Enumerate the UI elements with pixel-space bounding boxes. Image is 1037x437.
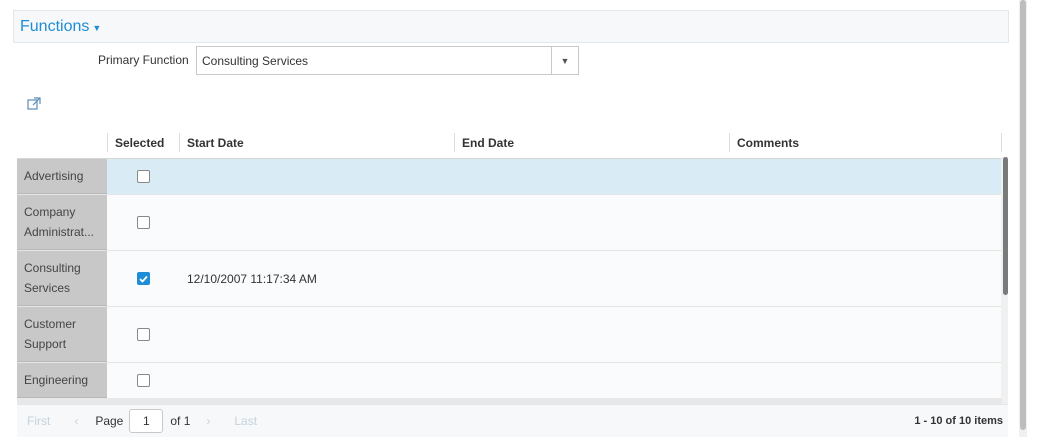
page-label: Page <box>95 414 124 428</box>
table-row[interactable]: Engineering <box>17 363 1002 399</box>
start-date-cell[interactable] <box>179 159 454 194</box>
grid-pager: First ‹ Page 1 of 1 › Last 1 - 10 of 10 … <box>17 404 1008 437</box>
row-header: Consulting Services <box>17 251 107 306</box>
end-date-cell[interactable] <box>454 159 729 194</box>
column-label: End Date <box>462 135 515 150</box>
start-date-cell[interactable] <box>179 363 454 398</box>
comments-cell[interactable] <box>729 363 1002 398</box>
column-header-comments[interactable]: Comments <box>729 127 1002 158</box>
dropdown-arrow-icon[interactable]: ▼ <box>551 47 578 74</box>
selected-checkbox[interactable] <box>136 216 150 229</box>
end-date-cell[interactable] <box>454 307 729 362</box>
next-page-icon[interactable]: › <box>206 414 210 428</box>
column-header-selected[interactable]: Selected <box>107 127 179 158</box>
functions-grid: Selected Start Date End Date Comments Ad… <box>17 127 1008 433</box>
primary-function-value: Consulting Services <box>202 53 309 68</box>
end-date-cell[interactable] <box>454 363 729 398</box>
selected-checkbox[interactable] <box>136 374 150 387</box>
start-date-cell[interactable] <box>179 195 454 250</box>
row-header: Company Administrat... <box>17 195 107 250</box>
table-row[interactable]: Company Administrat... <box>17 195 1002 251</box>
first-page-button[interactable]: First <box>27 414 50 428</box>
selected-checkbox[interactable] <box>136 170 150 183</box>
comments-cell[interactable] <box>729 307 1002 362</box>
start-date-cell[interactable] <box>179 307 454 362</box>
column-label: Start Date <box>187 135 244 150</box>
row-header-column <box>17 127 107 158</box>
section-title[interactable]: Functions <box>20 18 89 36</box>
row-header: Engineering <box>17 363 107 398</box>
page-number-input[interactable]: 1 <box>129 409 164 433</box>
end-date-cell[interactable] <box>454 195 729 250</box>
table-row[interactable]: Advertising <box>17 159 1002 195</box>
functions-section-header[interactable]: Functions ▼ <box>13 10 1009 43</box>
grid-header: Selected Start Date End Date Comments <box>17 127 1002 158</box>
previous-page-icon[interactable]: ‹ <box>74 414 78 428</box>
column-header-start-date[interactable]: Start Date <box>179 127 454 158</box>
column-header-end-date[interactable]: End Date <box>454 127 729 158</box>
selected-checkbox[interactable] <box>136 328 150 341</box>
column-label: Comments <box>737 135 800 150</box>
items-count: 1 - 10 of 10 items <box>914 415 1003 427</box>
table-row[interactable]: Consulting Services 12/10/2007 11:17:34 … <box>17 251 1002 307</box>
start-date-cell[interactable]: 12/10/2007 11:17:34 AM <box>179 251 454 306</box>
grid-body: Advertising Company Administrat... Consu… <box>17 158 1002 403</box>
external-link-icon[interactable] <box>27 97 41 111</box>
comments-cell[interactable] <box>729 159 1002 194</box>
primary-function-label: Primary Function <box>98 53 189 67</box>
check-icon <box>138 275 148 283</box>
selected-checkbox[interactable] <box>136 272 150 285</box>
page-count-label: of 1 <box>170 414 191 428</box>
row-header: Customer Support <box>17 307 107 362</box>
window-scrollbar-thumb[interactable] <box>1020 0 1026 430</box>
table-row[interactable]: Customer Support <box>17 307 1002 363</box>
comments-cell[interactable] <box>729 195 1002 250</box>
grid-scrollbar-thumb[interactable] <box>1003 157 1008 295</box>
row-header: Advertising <box>17 159 107 194</box>
end-date-cell[interactable] <box>454 251 729 306</box>
last-page-button[interactable]: Last <box>234 414 257 428</box>
primary-function-dropdown[interactable]: Consulting Services ▼ <box>196 46 579 75</box>
column-label: Selected <box>115 135 165 150</box>
caret-down-icon[interactable]: ▼ <box>92 23 101 33</box>
comments-cell[interactable] <box>729 251 1002 306</box>
